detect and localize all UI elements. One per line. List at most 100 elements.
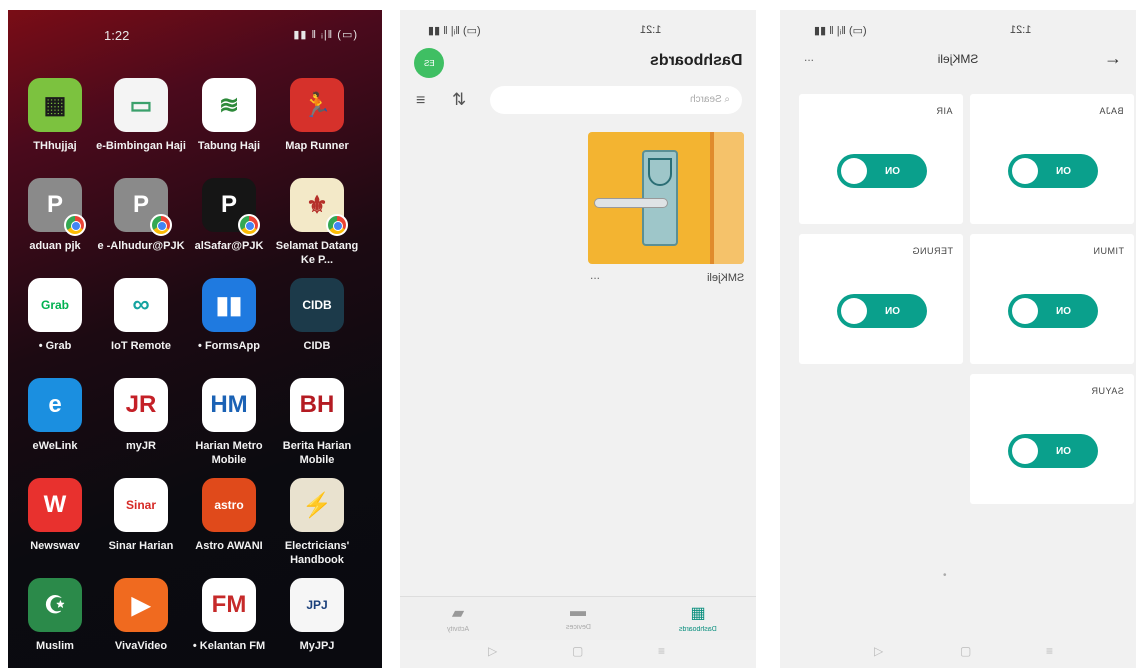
app-icon: ▭ [114, 78, 168, 132]
chrome-badge-icon [64, 214, 86, 236]
app-sinar-harian[interactable]: Sinar Sinar Harian [96, 478, 186, 553]
card-title: SMKjeli [706, 272, 744, 284]
app-newswav[interactable]: W Newswav [10, 478, 100, 553]
home-nav-icon[interactable]: ▢ [572, 644, 583, 658]
app-grab[interactable]: Grab • Grab [10, 278, 100, 353]
switch-tile-terung: TERUNG ON [799, 234, 963, 364]
dashboard-detail-screen: (▭) ǁᵢ| ǁ ▮▮ 1:21 ... SMKjeli → BAJA ON … [780, 10, 1136, 668]
back-nav-icon[interactable]: ▷ [874, 644, 883, 658]
app-glyph: P [46, 191, 63, 218]
app-e-alhudur-pjk[interactable]: Pe -Alhudur@PJK [96, 178, 186, 253]
toggle-switch[interactable]: ON [1008, 434, 1098, 468]
app-glyph: ∞ [132, 291, 150, 318]
app-myjr[interactable]: JR myJR [96, 378, 186, 453]
status-time: 1:22 [104, 28, 130, 43]
app-e-bimbingan-haji[interactable]: ▭ e-Bimbingan Haji [96, 78, 186, 153]
home-nav-icon[interactable]: ▢ [960, 644, 971, 658]
app-berita-harian-mobile[interactable]: BH Berita Harian Mobile [272, 378, 362, 467]
app-icon: e [28, 378, 82, 432]
app-alsafar-pjk[interactable]: PalSafar@PJK [184, 178, 274, 253]
app-tabung-haji[interactable]: ≋ Tabung Haji [184, 78, 274, 153]
app-glyph: JPJ [306, 598, 328, 612]
app-glyph: ▮▮ [215, 291, 243, 319]
app-label: Newswav [30, 540, 80, 552]
app-label: eWeLink [32, 440, 78, 452]
app-thhujjaj[interactable]: ▦ THhujjaj [10, 78, 100, 153]
door-illustration [710, 132, 744, 264]
app-label: Selamat Datang Ke P... [275, 240, 359, 266]
back-arrow-icon[interactable]: → [1104, 48, 1122, 69]
app-muslim[interactable]: ☪ Muslim [10, 578, 100, 653]
app-selamat-datang-ke-p[interactable]: ⚜ Selamat Datang Ke P... [272, 178, 362, 267]
app-label: Sinar Harian [108, 540, 174, 552]
app-map-runner[interactable]: 🏃 Map Runner [272, 78, 362, 153]
app-label: • FormsApp [198, 340, 260, 352]
chrome-badge-icon [238, 214, 260, 236]
app-icon: 🏃 [290, 78, 344, 132]
chrome-badge-icon [150, 214, 172, 236]
app-glyph: ▶ [131, 591, 151, 619]
app-icon: ⚜ [290, 178, 348, 236]
app-ewelink[interactable]: e eWeLink [10, 378, 100, 453]
app-glyph: ▦ [43, 91, 67, 119]
app-icon: P [114, 178, 172, 236]
status-indicators: (▭) ǁᵢ| ǁ ▮▮ [814, 25, 867, 37]
tab-activity[interactable]: ▰ Activity [418, 603, 498, 633]
toggle-switch[interactable]: ON [1008, 154, 1098, 188]
app-kelantan-fm[interactable]: FM • Kelantan FM [184, 578, 274, 653]
app-glyph: P [132, 191, 149, 218]
sort-icon[interactable]: ⇅ [452, 90, 466, 110]
app-harian-metro-mobile[interactable]: HM Harian Metro Mobile [184, 378, 274, 467]
tab-dashboards[interactable]: ▦ Dashboards [658, 603, 738, 633]
avatar[interactable]: ES [414, 48, 444, 78]
app-vivavideo[interactable]: ▶ VivaVideo [96, 578, 186, 653]
device-icon: ▬ [570, 603, 586, 620]
page-title: Dashboards [649, 52, 742, 69]
app-icon: Grab [28, 278, 82, 332]
toggle-switch[interactable]: ON [837, 154, 927, 188]
list-view-icon[interactable]: ≡ [416, 92, 425, 110]
app-icon: ▶ [114, 578, 168, 632]
status-bar: 1:22 ▮▮ ǁ ᵢ|ǁ (▭) [8, 28, 382, 48]
app-astro-awani[interactable]: astro Astro AWANI [184, 478, 274, 553]
app-glyph: ⚜ [306, 191, 328, 219]
page-indicator: • [943, 570, 947, 581]
toggle-switch[interactable]: ON [837, 294, 927, 328]
app-glyph: 🏃 [302, 91, 332, 119]
tab-devices[interactable]: ▬ Devices [538, 603, 618, 631]
app-glyph: FM [211, 591, 247, 618]
app-glyph: e [48, 391, 62, 418]
app-label: aduan pjk [29, 240, 81, 252]
card-menu-icon[interactable]: ... [590, 268, 600, 282]
app-aduan-pjk[interactable]: Paduan pjk [10, 178, 100, 253]
switch-tile-air: AIR ON [799, 94, 963, 224]
recents-nav-icon[interactable]: ≡ [1046, 644, 1053, 658]
chrome-badge-icon [326, 214, 348, 236]
app-icon: Sinar [114, 478, 168, 532]
system-navigation: ▷ ▢ ≡ [780, 644, 1136, 664]
app-glyph: P [220, 191, 237, 218]
app-label: THhujjaj [33, 140, 77, 152]
app-label: Astro AWANI [195, 540, 263, 552]
app-cidb[interactable]: CIDB CIDB [272, 278, 362, 353]
search-input[interactable]: Search ⌕ [490, 86, 742, 114]
status-time: 1:21 [640, 24, 662, 36]
back-nav-icon[interactable]: ▷ [488, 644, 497, 658]
chat-icon: ▰ [451, 605, 465, 622]
app-iot-remote[interactable]: ∞ IoT Remote [96, 278, 186, 353]
dashboard-card[interactable] [588, 132, 744, 264]
app-label: alSafar@PJK [194, 240, 264, 252]
app-formsapp[interactable]: ▮▮ • FormsApp [184, 278, 274, 353]
app-glyph: JR [125, 391, 157, 418]
app-label: Muslim [36, 640, 74, 652]
app-myjpj[interactable]: JPJ MyJPJ [272, 578, 362, 653]
recents-nav-icon[interactable]: ≡ [658, 644, 665, 658]
toggle-switch[interactable]: ON [1008, 294, 1098, 328]
app-label: myJR [126, 440, 156, 452]
app-electricians-handbook[interactable]: ⚡ Electricians' Handbook [272, 478, 362, 567]
app-glyph: HM [210, 391, 248, 418]
app-icon: ∞ [114, 278, 168, 332]
app-icon: ⚡ [290, 478, 344, 532]
home-screen: 1:22 ▮▮ ǁ ᵢ|ǁ (▭) ▦ THhujjaj ▭ e-Bimbingan … [8, 10, 382, 668]
app-label: e -Alhudur@PJK [97, 240, 185, 252]
